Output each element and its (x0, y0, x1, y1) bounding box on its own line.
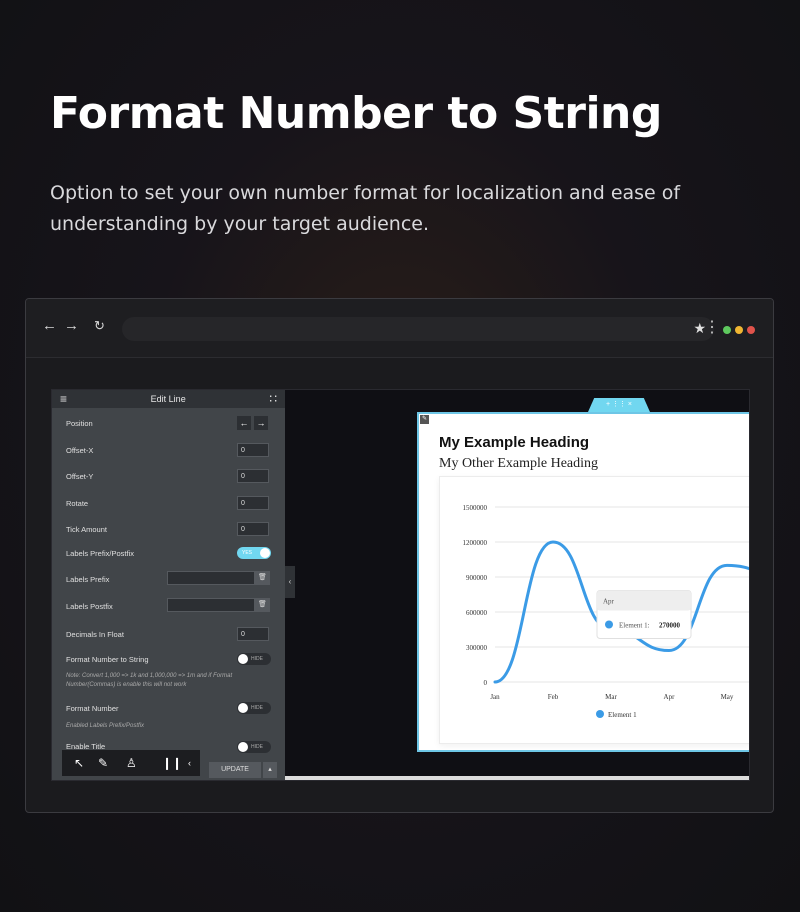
labels-postfix-label: Labels Postfix (66, 602, 113, 611)
pause-icon[interactable]: ❙❙ (162, 756, 182, 770)
format-number-toggle[interactable]: HIDE (237, 702, 271, 714)
labels-prefix-postfix-toggle[interactable]: YES (237, 547, 271, 559)
grid-icon[interactable]: ∷ (269, 392, 277, 406)
tooltip-value: 270000 (659, 622, 681, 630)
legend-marker (596, 710, 604, 718)
update-button[interactable]: UPDATE (209, 762, 261, 778)
labels-prefix-label: Labels Prefix (66, 575, 110, 584)
x-tick-label: May (721, 693, 734, 701)
rotate-field[interactable]: 0 (237, 496, 269, 510)
format-number-to-string-toggle[interactable]: HIDE (237, 653, 271, 665)
chart-card: My Example Heading My Other Example Head… (417, 412, 749, 752)
x-tick-label: Jan (490, 693, 500, 701)
window-dot-green (723, 326, 731, 334)
stamp-icon[interactable]: ♙ (126, 756, 137, 770)
hero-subtitle: Option to set your own number format for… (50, 182, 681, 235)
y-tick-label: 1500000 (463, 504, 488, 512)
offset-x-label: Offset-X (66, 446, 94, 455)
position-label: Position (66, 419, 93, 428)
pen-icon[interactable]: ✎ (98, 756, 108, 770)
window-dot-yellow (735, 326, 743, 334)
position-arrows: ← → (237, 416, 268, 430)
section-handle[interactable]: + ⋮⋮ × (588, 398, 650, 412)
update-options-button[interactable]: ▴ (263, 762, 277, 778)
editor-stage: ≡ Edit Line ∷ Position ← → Offset-X 0 Of… (51, 389, 750, 781)
arrow-right-icon[interactable]: → (254, 416, 268, 430)
tooltip-series: Element 1: (619, 622, 650, 630)
back-icon[interactable]: ← (42, 317, 57, 334)
tooltip-marker (605, 620, 613, 629)
offset-y-field[interactable]: 0 (237, 469, 269, 483)
chart-subheading: My Other Example Heading (439, 456, 599, 471)
chart-area: 0 300000 600000 900000 1200000 1500000 Jan Feb M… (439, 476, 749, 744)
reload-icon[interactable]: ↻ (94, 318, 105, 334)
menu-icon[interactable]: ⋮ (704, 317, 720, 337)
legend-label: Element 1 (608, 711, 637, 719)
enable-title-toggle[interactable]: HIDE (237, 741, 271, 753)
decimals-label: Decimals In Float (66, 630, 124, 639)
y-tick-label: 300000 (466, 644, 488, 652)
format-number-note: Enabled Labels Prefix/Postfix (66, 723, 145, 729)
panel-header: ≡ Edit Line ∷ (52, 390, 285, 408)
y-tick-label: 600000 (466, 609, 488, 617)
arrow-left-icon[interactable]: ← (237, 416, 251, 430)
y-tick-label: 0 (484, 679, 488, 687)
y-tick-label: 1200000 (463, 539, 488, 547)
trash-icon[interactable]: 🗑 (255, 571, 270, 585)
labels-postfix-field[interactable] (167, 598, 255, 612)
format-note: Note: Convert 1,000 => 1k and 1,000,000 … (66, 673, 233, 688)
line-chart: 0 300000 600000 900000 1200000 1500000 Jan Feb M… (463, 504, 749, 719)
chart-heading: My Example Heading (439, 434, 590, 451)
rotate-label: Rotate (66, 499, 89, 508)
hamburger-icon[interactable]: ≡ (60, 392, 67, 406)
labels-prefix-postfix-label: Labels Prefix/Postfix (66, 549, 134, 558)
tooltip-title: Apr (603, 598, 615, 606)
browser-toolbar: ← → ↻ ★ ⋮ (26, 299, 773, 358)
pointer-icon[interactable]: ↖ (74, 756, 84, 770)
browser-window: ← → ↻ ★ ⋮ ≡ Edit Line ∷ Position ← → Off… (25, 298, 774, 813)
format-number-label: Format Number (66, 704, 119, 713)
url-bar[interactable]: ★ (122, 317, 714, 341)
y-tick-label: 900000 (466, 574, 488, 582)
offset-y-label: Offset-Y (66, 472, 94, 481)
panel-title: Edit Line (150, 394, 186, 404)
tick-amount-field[interactable]: 0 (237, 522, 269, 536)
trash-icon[interactable]: 🗑 (255, 598, 270, 612)
offset-x-field[interactable]: 0 (237, 443, 269, 457)
x-tick-label: Apr (664, 693, 676, 701)
labels-prefix-field[interactable] (167, 571, 255, 585)
collapse-panel-tab[interactable]: ‹ (285, 566, 295, 598)
x-tick-label: Feb (548, 693, 559, 701)
element-edit-icon[interactable]: ✎ (420, 415, 429, 424)
forward-icon[interactable]: → (64, 317, 79, 334)
collapse-toolbar-icon[interactable]: ‹ (188, 758, 191, 768)
format-number-to-string-label: Format Number to String (66, 655, 149, 664)
x-tick-label: Mar (605, 693, 617, 701)
hero-title: Format Number to String (50, 88, 662, 139)
horizontal-scrollbar[interactable] (285, 776, 749, 780)
window-dot-red (747, 326, 755, 334)
tick-amount-label: Tick Amount (66, 525, 107, 534)
decimals-field[interactable]: 0 (237, 627, 269, 641)
settings-panel: ≡ Edit Line ∷ Position ← → Offset-X 0 Of… (52, 390, 285, 780)
